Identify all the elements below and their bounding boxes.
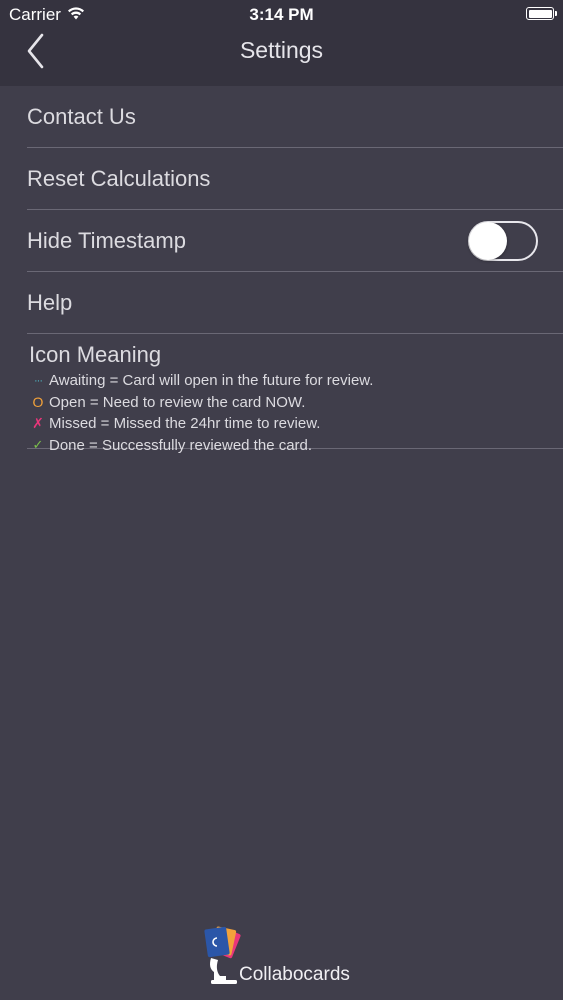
brand-footer: Collabocards bbox=[200, 920, 380, 990]
navigation-bar: Settings bbox=[0, 28, 563, 86]
status-bar: Carrier 3:14 PM bbox=[0, 0, 563, 28]
battery-level bbox=[528, 9, 552, 18]
legend-text-missed: Missed = Missed the 24hr time to review. bbox=[49, 415, 321, 433]
settings-list: Contact Us Reset Calculations Hide Times… bbox=[0, 86, 563, 454]
icon-meaning-section: Icon Meaning ··· Awaiting = Card will op… bbox=[27, 334, 563, 454]
help-label: Help bbox=[27, 290, 73, 315]
open-circle-icon: O bbox=[32, 394, 44, 411]
done-check-icon: ✓ bbox=[32, 437, 44, 453]
help-row[interactable]: Help bbox=[27, 272, 563, 334]
toggle-knob bbox=[469, 222, 507, 260]
status-time: 3:14 PM bbox=[249, 5, 314, 24]
legend-item-done: ✓ Done = Successfully reviewed the card. bbox=[27, 435, 563, 457]
hide-timestamp-label: Hide Timestamp bbox=[27, 228, 186, 253]
legend-text-done: Done = Successfully reviewed the card. bbox=[49, 436, 313, 454]
contact-us-label: Contact Us bbox=[27, 104, 136, 129]
reset-calculations-label: Reset Calculations bbox=[27, 166, 211, 191]
missed-x-icon: ✗ bbox=[32, 415, 44, 432]
page-title: Settings bbox=[239, 37, 324, 63]
legend-item-missed: ✗ Missed = Missed the 24hr time to revie… bbox=[27, 413, 563, 435]
contact-us-row[interactable]: Contact Us bbox=[27, 86, 563, 148]
reset-calculations-row[interactable]: Reset Calculations bbox=[27, 148, 563, 210]
awaiting-dots-icon: ··· bbox=[34, 374, 43, 387]
collabocards-logo-icon bbox=[204, 926, 241, 984]
brand-name: Collabocards bbox=[239, 964, 350, 985]
legend-item-awaiting: ··· Awaiting = Card will open in the fut… bbox=[27, 370, 563, 392]
hide-timestamp-toggle[interactable] bbox=[468, 221, 538, 261]
icon-meaning-title: Icon Meaning bbox=[29, 342, 162, 367]
legend-text-open: Open = Need to review the card NOW. bbox=[49, 393, 306, 411]
legend-text-awaiting: Awaiting = Card will open in the future … bbox=[49, 372, 374, 390]
hide-timestamp-row: Hide Timestamp bbox=[27, 210, 563, 272]
battery-icon bbox=[526, 7, 557, 20]
legend-item-open: O Open = Need to review the card NOW. bbox=[27, 392, 563, 414]
